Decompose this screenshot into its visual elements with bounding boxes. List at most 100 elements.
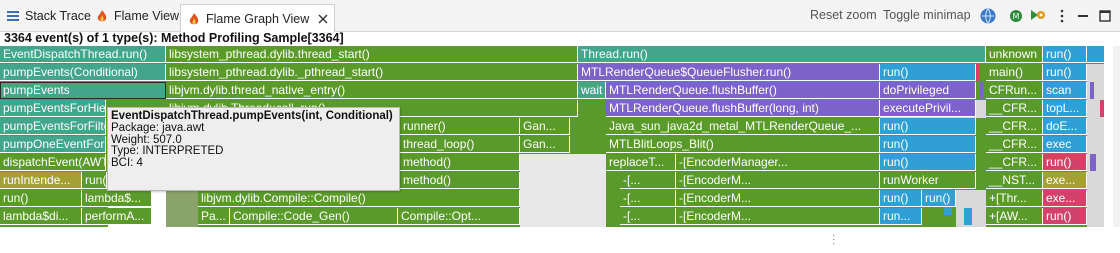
event-summary: 3364 event(s) of 1 type(s): Method Profi… [4,31,344,45]
tooltip-package: Package: java.awt [111,121,205,134]
flame-frame[interactable]: MTLRenderQueue.flushBuffer(long, int) [606,100,880,117]
more-options-icon[interactable] [1052,6,1072,26]
flame-frame[interactable]: Compile::Opt... [398,208,520,225]
flame-frame[interactable]: pumpEventsForHierarchy [0,100,106,117]
flame-frame[interactable]: run() [1043,154,1087,171]
flame-frame[interactable]: lambda$di... [0,208,82,225]
flame-frame[interactable]: run() [1043,46,1087,63]
flame-frame[interactable]: pumpEvents(Conditional) [0,64,166,81]
flame-frame[interactable]: replaceT... [606,154,676,171]
flame-frame[interactable]: run() [880,190,922,207]
flame-frame[interactable]: Gan... [520,136,570,153]
flame-frame[interactable]: -[... [620,172,676,189]
maximize-icon[interactable] [1095,6,1115,26]
tab-label: Flame Graph View [206,11,310,26]
flame-frame[interactable]: exec [1043,136,1087,153]
resize-handle[interactable]: · · · [832,231,835,249]
flame-frame[interactable]: exe... [1043,190,1087,207]
flame-frame[interactable]: executePrivil... [880,100,976,117]
flame-frame[interactable]: run() [922,190,956,207]
flame-frame[interactable]: -[... [620,208,676,225]
vertical-scrollbar[interactable] [1113,46,1120,227]
flame-frame[interactable]: pumpEventsForFilter [0,118,106,135]
flame-frame-sliver[interactable] [1090,154,1096,171]
flame-frame[interactable]: thread_loop() [400,136,520,153]
flame-frame[interactable]: run() [880,64,976,81]
flame-frame[interactable]: MTLRenderQueue$QueueFlusher.run() [578,64,880,81]
flame-frame[interactable]: +[AW... [986,208,1043,225]
flame-frame[interactable]: Thread.run() [578,46,986,63]
flame-frame[interactable]: run() [82,172,107,189]
flame-frame[interactable]: method() [400,172,520,189]
flame-frame[interactable]: run() [880,136,976,153]
flame-frame[interactable]: unknown [986,46,1043,63]
flame-frame[interactable]: libjvm.dylib.Compile::Compile() [198,190,520,207]
flame-frame[interactable]: __CFR... [986,100,1043,117]
flame-frame[interactable]: libsystem_pthread.dylib.thread_start() [166,46,578,63]
tab-flame-view[interactable]: Flame View [95,5,179,27]
toggle-minimap-button[interactable]: Toggle minimap [883,8,971,22]
flame-frame[interactable]: exe... [1043,172,1087,189]
flame-frame[interactable]: runIntende... [0,172,82,189]
flame-frame[interactable]: topL... [1043,100,1087,117]
frame-tooltip: EventDispatchThread.pumpEvents(int, Cond… [107,107,400,191]
flame-frame[interactable]: dispatchEvent(AWTEvent) [0,154,106,171]
flame-frame[interactable]: wait [578,82,606,99]
tab-label: Flame View [114,9,180,23]
close-icon[interactable] [318,14,328,24]
flame-frame[interactable]: run() [1043,208,1087,225]
flame-frame[interactable]: -[EncoderManager... [676,154,880,171]
flame-frame[interactable]: main() [986,64,1043,81]
flame-frame[interactable]: Compile::Code_Gen() [230,208,398,225]
flame-frame[interactable] [1087,46,1105,63]
flame-frame-sliver[interactable] [1100,100,1104,117]
flame-frame[interactable]: run() [880,154,976,171]
flame-frame[interactable]: __CFR... [986,118,1043,135]
flame-frame[interactable]: Gan... [520,118,570,135]
method-icon[interactable]: M [1006,6,1026,26]
flame-frame[interactable]: -[... [620,190,676,207]
flame-frame[interactable]: -[EncoderM... [676,172,880,189]
flame-frame[interactable]: +[Thr... [986,190,1043,207]
flame-frame[interactable]: MTLRenderQueue.flushBuffer() [606,82,880,99]
flame-frame[interactable]: libjvm.dylib.thread_native_entry() [166,82,578,99]
flame-frame[interactable]: run... [880,208,922,225]
flame-frame[interactable]: run() [0,190,82,207]
flame-frame[interactable]: runWorker [880,172,976,189]
flame-icon [189,12,199,24]
flame-filler [520,154,606,227]
flame-frame[interactable]: Pa... [198,208,230,225]
flame-frame[interactable]: EventDispatchThread.run() [0,46,166,63]
flame-frame[interactable]: runner() [400,118,520,135]
tooltip-type: Type: INTERPRETED [111,145,224,158]
flame-frame[interactable]: __CFR... [986,154,1043,171]
flame-frame[interactable]: run() [1043,64,1087,81]
minimize-icon[interactable] [1073,6,1093,26]
flame-frame[interactable]: scan [1043,82,1087,99]
tab-flame-graph-view[interactable]: Flame Graph View [180,4,336,32]
reset-zoom-button[interactable]: Reset zoom [810,8,877,22]
globe-icon[interactable] [978,6,998,26]
flame-frame[interactable]: MTLBlitLoops_Blit() [606,136,880,153]
flame-frame[interactable]: run() [880,118,976,135]
flame-frame[interactable]: method() [400,154,520,171]
flame-frame-sliver[interactable] [1090,82,1094,99]
tab-stack-trace[interactable]: Stack Trace [6,5,91,27]
flame-frame-sliver[interactable] [980,82,983,99]
flame-frame[interactable]: doPrivileged [880,82,976,99]
run-settings-icon[interactable] [1028,6,1048,26]
flame-frame[interactable]: __CFR... [986,136,1043,153]
flame-frame[interactable]: -[EncoderM... [676,190,880,207]
flame-frame-sliver[interactable] [964,208,972,225]
flame-frame[interactable]: lambda$... [82,190,152,207]
flame-frame[interactable]: Java_sun_java2d_metal_MTLRenderQueue_... [606,118,880,135]
flame-frame[interactable]: __NST... [986,172,1043,189]
flame-frame[interactable]: CFRun... [986,82,1043,99]
flame-frame[interactable]: libsystem_pthread.dylib._pthread_start() [166,64,578,81]
svg-text:M: M [1013,12,1020,21]
flame-frame[interactable]: doE... [1043,118,1087,135]
flame-frame[interactable]: performA... [82,208,152,225]
flame-frame[interactable]: pumpOneEventForFilters [0,136,106,153]
flame-frame-sliver[interactable] [976,64,979,81]
flame-frame[interactable]: -[EncoderM... [676,208,880,225]
